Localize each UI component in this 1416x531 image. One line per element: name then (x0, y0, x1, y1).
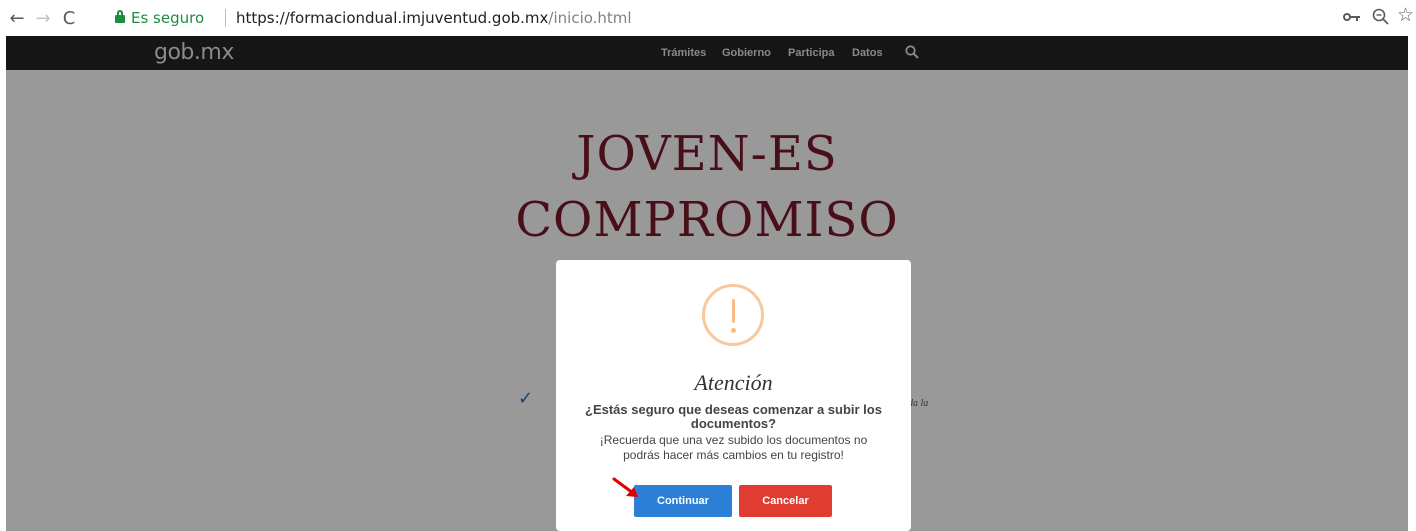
annotation-arrow-icon (612, 477, 638, 497)
dialog-question: ¿Estás seguro que deseas comenzar a subi… (585, 402, 882, 431)
search-icon[interactable] (905, 45, 919, 59)
site-navbar: gob.mx Trámites Gobierno Participa Datos (6, 36, 1408, 70)
continue-button[interactable]: Continuar (634, 485, 732, 517)
dialog-title: Atención (694, 370, 773, 395)
address-separator (225, 9, 226, 27)
reload-icon[interactable]: C (58, 7, 80, 29)
cancel-button[interactable]: Cancelar (739, 485, 832, 517)
nav-link-participa[interactable]: Participa (788, 47, 834, 59)
dialog-note: ¡Recuerda que una vez subido los documen… (599, 433, 868, 462)
warning-icon (702, 284, 764, 346)
nav-link-datos[interactable]: Datos (852, 47, 883, 59)
key-icon[interactable] (1343, 10, 1363, 24)
star-icon[interactable]: ☆ (1397, 4, 1414, 26)
url-text[interactable]: https://formaciondual.imjuventud.gob.mx/… (236, 9, 632, 27)
secure-label[interactable]: Es seguro (131, 9, 204, 27)
back-icon[interactable]: ← (6, 7, 28, 29)
nav-link-tramites[interactable]: Trámites (661, 47, 706, 59)
confirm-dialog: Atención ¿Estás seguro que deseas comenz… (556, 260, 911, 531)
lock-icon[interactable] (115, 10, 125, 24)
browser-toolbar: ← → C Es seguro https://formaciondual.im… (0, 0, 1416, 36)
url-host: https://formaciondual.imjuventud.gob.mx (236, 9, 549, 27)
gobmx-logo[interactable]: gob.mx (154, 40, 234, 65)
nav-link-gobierno[interactable]: Gobierno (722, 47, 771, 59)
address-bar[interactable]: Es seguro https://formaciondual.imjuvent… (103, 4, 1393, 32)
forward-icon[interactable]: → (32, 7, 54, 29)
url-path: /inicio.html (548, 9, 632, 27)
zoom-icon[interactable] (1372, 8, 1390, 26)
